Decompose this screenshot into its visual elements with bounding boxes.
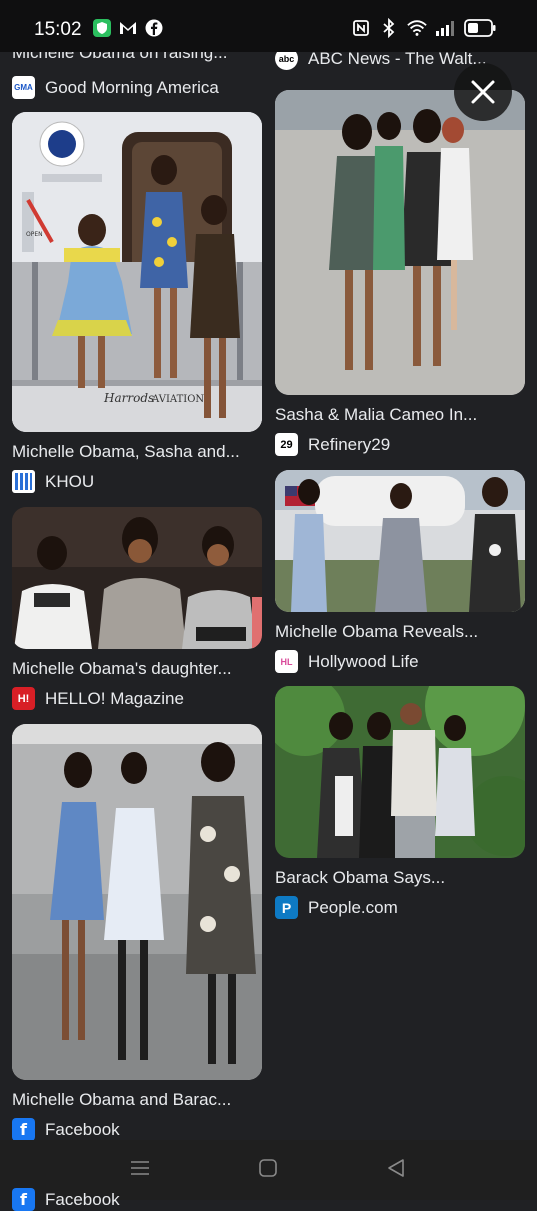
hollywood-life-logo-icon: HL bbox=[275, 650, 298, 673]
result-source: Hollywood Life bbox=[308, 651, 419, 671]
home-button[interactable] bbox=[258, 1158, 278, 1183]
result-image[interactable] bbox=[12, 507, 262, 649]
back-triangle-icon bbox=[388, 1159, 404, 1177]
bluetooth-icon bbox=[379, 18, 399, 38]
result-caption: Michelle Obama, Sasha and... bbox=[12, 442, 240, 461]
result-image[interactable] bbox=[275, 686, 525, 858]
result-image[interactable]: OPEN Harrods AVIATION bbox=[12, 112, 262, 432]
result-caption: Michelle Obama and Barac... bbox=[12, 1090, 232, 1109]
close-button[interactable] bbox=[454, 63, 512, 121]
signal-icon bbox=[435, 18, 455, 38]
result-card[interactable]: Sasha & Malia Cameo In... 29 Refinery29 bbox=[275, 90, 525, 456]
close-icon bbox=[471, 80, 495, 104]
back-button[interactable] bbox=[386, 1158, 406, 1183]
status-bar: 15:02 bbox=[0, 0, 537, 52]
result-image[interactable] bbox=[275, 470, 525, 612]
result-source: Facebook bbox=[45, 1119, 120, 1139]
shield-icon bbox=[92, 18, 112, 38]
refinery29-logo-icon: 29 bbox=[275, 433, 298, 456]
home-square-icon bbox=[259, 1159, 277, 1177]
svg-text:Harrods: Harrods bbox=[103, 391, 154, 405]
result-caption: Michelle Obama's daughter... bbox=[12, 659, 232, 678]
result-source: KHOU bbox=[45, 471, 95, 491]
result-caption: Sasha & Malia Cameo In... bbox=[275, 405, 478, 424]
svg-text:OPEN: OPEN bbox=[26, 231, 43, 238]
result-card[interactable]: Michelle Obama's daughter... H! HELLO! M… bbox=[12, 507, 262, 710]
nfc-icon bbox=[351, 18, 371, 38]
recent-apps-button[interactable] bbox=[130, 1158, 150, 1183]
gma-logo-icon: GMA bbox=[12, 76, 35, 99]
wifi-icon bbox=[407, 18, 427, 38]
facebook-logo-icon: f bbox=[12, 1118, 35, 1141]
result-source: Refinery29 bbox=[308, 434, 391, 454]
result-source: Good Morning America bbox=[45, 77, 219, 97]
result-card[interactable]: Michelle Obama Reveals... HL Hollywood L… bbox=[275, 470, 525, 673]
result-image[interactable] bbox=[275, 90, 525, 395]
hello-magazine-logo-icon: H! bbox=[12, 687, 35, 710]
result-source: People.com bbox=[308, 897, 398, 917]
khou-logo-icon bbox=[12, 470, 35, 493]
people-logo-icon: P bbox=[275, 896, 298, 919]
facebook-icon bbox=[144, 18, 164, 38]
result-source: HELLO! Magazine bbox=[45, 688, 184, 708]
result-card[interactable]: Barack Obama Says... P People.com bbox=[275, 686, 525, 919]
result-card[interactable]: OPEN Harrods AVIATION Michelle Obama, Sa… bbox=[12, 112, 262, 493]
battery-icon bbox=[463, 18, 497, 38]
svg-text:AVIATION: AVIATION bbox=[151, 394, 204, 405]
result-image[interactable] bbox=[12, 724, 262, 1080]
result-caption: Michelle Obama Reveals... bbox=[275, 622, 479, 641]
gmail-icon bbox=[118, 18, 138, 38]
status-time: 15:02 bbox=[34, 19, 82, 40]
result-caption: Barack Obama Says... bbox=[275, 868, 446, 887]
menu-lines-icon bbox=[131, 1161, 149, 1175]
result-card[interactable]: Michelle Obama and Barac... f Facebook bbox=[12, 724, 262, 1141]
